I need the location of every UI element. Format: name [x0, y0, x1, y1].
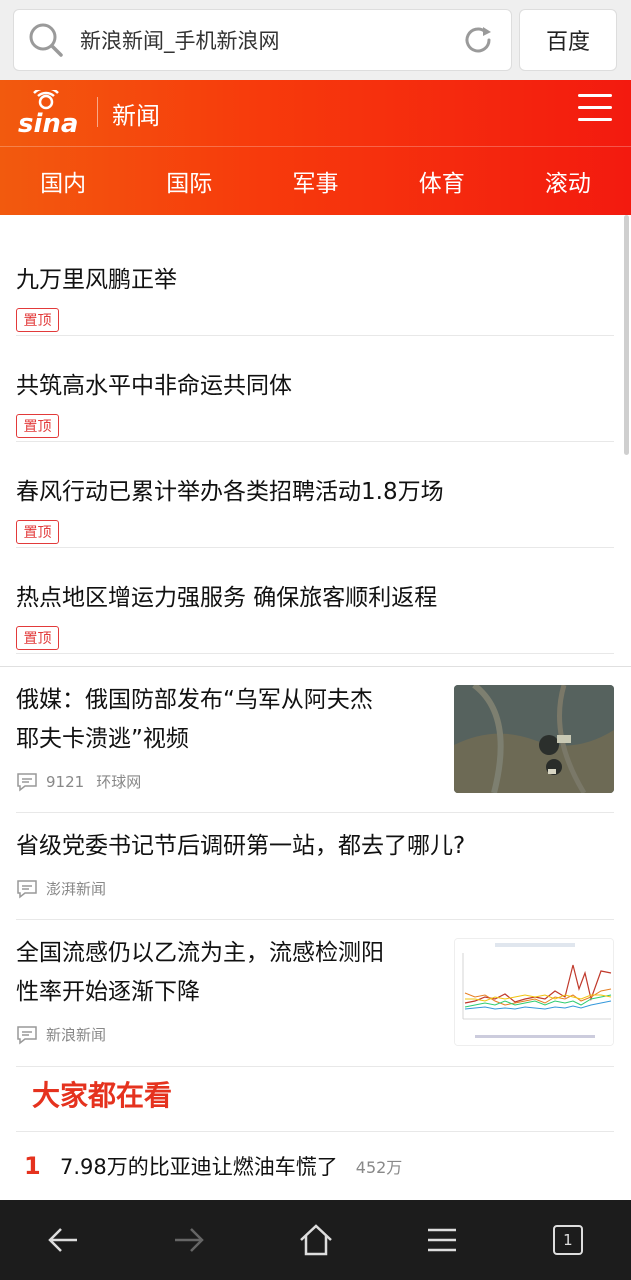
- news-title-line: 全国流感仍以乙流为主，流感检测阳: [16, 940, 384, 966]
- section-title: 新闻: [112, 102, 160, 130]
- pinned-title: 热点地区增运力强服务 确保旅客顺利返程: [16, 585, 438, 611]
- back-button[interactable]: [0, 1200, 126, 1280]
- pinned-badge: 置顶: [16, 626, 59, 650]
- home-icon: [299, 1224, 332, 1256]
- pinned-badge: 置顶: [16, 308, 59, 332]
- tab-guoji[interactable]: 国际: [126, 147, 252, 215]
- news-title-line: 省级党委书记节后调研第一站，都去了哪儿?: [16, 833, 466, 859]
- pinned-news-item[interactable]: 九万里风鹏正举 置顶: [16, 230, 614, 336]
- search-icon: [28, 22, 64, 58]
- forward-arrow-icon: [175, 1228, 205, 1252]
- hot-list-item[interactable]: 1 7.98万的比亚迪让燃油车慌了 452万: [16, 1146, 614, 1186]
- sina-header: sina 新闻 国内 国际 军事 体育 滚动: [0, 80, 631, 215]
- back-arrow-icon: [48, 1228, 78, 1252]
- news-title-line: 性率开始逐渐下降: [16, 979, 200, 1005]
- page-scrollbar[interactable]: [624, 215, 629, 455]
- hot-title: 7.98万的比亚迪让燃油车慌了: [60, 1155, 338, 1179]
- tab-tiyu[interactable]: 体育: [379, 147, 505, 215]
- news-thumbnail-chart[interactable]: [454, 938, 614, 1046]
- news-item[interactable]: 全国流感仍以乙流为主，流感检测阳 性率开始逐渐下降 新浪新闻: [16, 920, 614, 1067]
- news-title-line: 俄媒：俄国防部发布“乌军从阿夫杰: [16, 687, 373, 713]
- refresh-icon[interactable]: [461, 23, 495, 57]
- news-item[interactable]: 省级党委书记节后调研第一站，都去了哪儿? 澎湃新闻: [16, 813, 614, 920]
- pinned-news-item[interactable]: 春风行动已累计举办各类招聘活动1.8万场 置顶: [16, 442, 614, 548]
- tab-guonei[interactable]: 国内: [0, 147, 126, 215]
- hot-rank: 1: [24, 1152, 41, 1180]
- tab-junshi[interactable]: 军事: [252, 147, 378, 215]
- tab-gundong[interactable]: 滚动: [505, 147, 631, 215]
- sina-logo[interactable]: sina: [16, 86, 82, 139]
- header-divider: [97, 97, 98, 127]
- url-field[interactable]: 新浪新闻_手机新浪网: [13, 9, 512, 71]
- hot-view-count: 452万: [355, 1158, 403, 1177]
- news-meta: 9121 环球网: [16, 771, 141, 792]
- pinned-badge: 置顶: [16, 414, 59, 438]
- news-meta: 澎湃新闻: [16, 878, 106, 899]
- browser-toolbar: 1: [0, 1200, 631, 1280]
- page-title-in-url: 新浪新闻_手机新浪网: [80, 29, 280, 53]
- pinned-news-item[interactable]: 热点地区增运力强服务 确保旅客顺利返程 置顶: [16, 548, 614, 654]
- channel-tabs: 国内 国际 军事 体育 滚动: [0, 147, 631, 215]
- pinned-title: 九万里风鹏正举: [16, 267, 177, 293]
- pinned-badge: 置顶: [16, 520, 59, 544]
- news-source: 环球网: [96, 773, 142, 791]
- forward-button[interactable]: [126, 1200, 252, 1280]
- tab-count: 1: [552, 1225, 583, 1255]
- pinned-title: 共筑高水平中非命运共同体: [16, 373, 292, 399]
- news-title-line: 耶夫卡溃逃”视频: [16, 726, 189, 752]
- menu-button[interactable]: [379, 1200, 505, 1280]
- hamburger-menu-icon[interactable]: [578, 94, 612, 128]
- comment-count: 9121: [46, 772, 85, 791]
- comment-icon: [17, 879, 37, 899]
- news-source: 新浪新闻: [46, 1026, 107, 1044]
- comment-icon: [17, 772, 37, 792]
- hot-divider: [16, 1131, 614, 1132]
- news-source: 澎湃新闻: [46, 880, 107, 898]
- menu-icon: [427, 1228, 456, 1252]
- tabs-button[interactable]: 1: [505, 1200, 631, 1280]
- news-item[interactable]: 俄媒：俄国防部发布“乌军从阿夫杰 耶夫卡溃逃”视频 9121 环球网: [16, 667, 614, 813]
- hot-section-heading: 大家都在看: [32, 1079, 173, 1112]
- comment-icon: [17, 1025, 37, 1045]
- pinned-news-item[interactable]: 共筑高水平中非命运共同体 置顶: [16, 336, 614, 442]
- pinned-title: 春风行动已累计举办各类招聘活动1.8万场: [16, 479, 444, 505]
- svg-text:sina: sina: [18, 109, 78, 136]
- news-thumbnail[interactable]: [454, 685, 614, 793]
- browser-address-bar: 新浪新闻_手机新浪网 百度: [0, 0, 631, 80]
- baidu-button[interactable]: 百度: [519, 9, 617, 71]
- home-button[interactable]: [252, 1200, 378, 1280]
- news-meta: 新浪新闻: [16, 1024, 106, 1045]
